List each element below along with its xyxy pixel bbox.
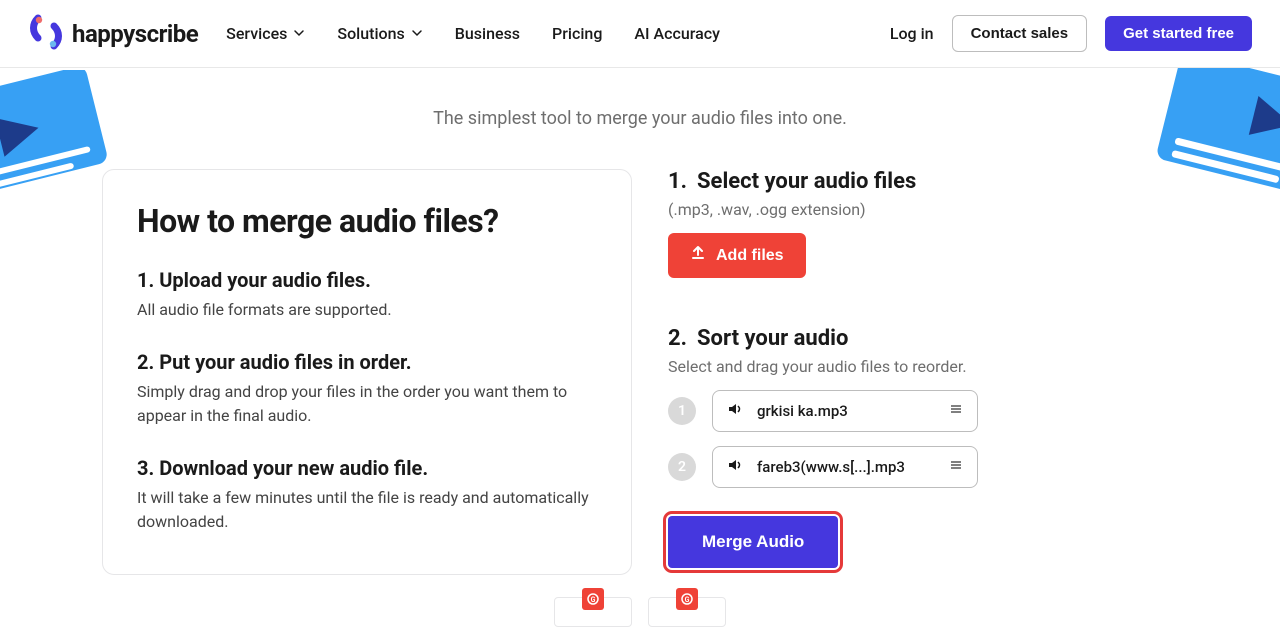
nav-services-label: Services [226,24,287,43]
file-item[interactable]: grkisi ka.mp3 [712,390,978,432]
nav-accuracy[interactable]: AI Accuracy [634,24,720,43]
nav-pricing-label: Pricing [552,24,602,43]
nav-business[interactable]: Business [455,24,520,43]
hero-subtitle: The simplest tool to merge your audio fi… [0,108,1280,129]
drag-handle-icon[interactable] [949,458,963,476]
nav-accuracy-label: AI Accuracy [634,24,720,43]
nav-pricing[interactable]: Pricing [552,24,602,43]
upload-icon [690,245,706,266]
contact-sales-button[interactable]: Contact sales [952,15,1088,52]
svg-text:G: G [591,596,596,604]
howto-step2-heading: 2. Put your audio files in order. [137,350,597,374]
step2-title: Sort your audio [697,326,848,351]
howto-step1-text: All audio file formats are supported. [137,298,597,322]
howto-card: How to merge audio files? 1. Upload your… [102,169,632,575]
file-item[interactable]: fareb3(www.s[...].mp3 [712,446,978,488]
file-name: grkisi ka.mp3 [757,402,935,420]
chevron-down-icon [411,24,423,43]
howto-step3-heading: 3. Download your new audio file. [137,456,597,480]
nav-business-label: Business [455,24,520,43]
main-content: How to merge audio files? 1. Upload your… [102,169,1178,575]
nav-right: Log in Contact sales Get started free [890,15,1252,52]
brand-text: happyscribe [72,20,198,48]
howto-step2-text: Simply drag and drop your files in the o… [137,380,597,428]
howto-step3-text: It will take a few minutes until the fil… [137,486,597,534]
step2-header: 2. Sort your audio [668,326,978,351]
howto-step1-heading: 1. Upload your audio files. [137,268,597,292]
action-panel: 1. Select your audio files (.mp3, .wav, … [668,169,978,575]
step1-desc: (.mp3, .wav, .ogg extension) [668,200,978,219]
login-link[interactable]: Log in [890,24,934,43]
g2-badge: G [648,597,726,627]
sound-icon [727,401,743,421]
g2-badges-row: G G [0,597,1280,627]
g2-badge: G [554,597,632,627]
file-row: 1 grkisi ka.mp3 [668,390,978,432]
logo[interactable]: happyscribe [28,14,198,54]
file-index-badge: 1 [668,397,696,425]
add-files-button[interactable]: Add files [668,233,806,278]
step2-desc: Select and drag your audio files to reor… [668,357,978,376]
nav-solutions-label: Solutions [337,24,404,43]
step2-number: 2. [668,326,687,351]
svg-text:G: G [685,596,690,604]
chevron-down-icon [293,24,305,43]
nav-services[interactable]: Services [226,24,305,43]
howto-heading: How to merge audio files? [137,202,597,240]
header: happyscribe Services Solutions Business … [0,0,1280,68]
sound-icon [727,457,743,477]
drag-handle-icon[interactable] [949,402,963,420]
step1-title: Select your audio files [697,169,916,194]
nav-solutions[interactable]: Solutions [337,24,422,43]
main-nav: Services Solutions Business Pricing AI A… [226,24,720,43]
get-started-button[interactable]: Get started free [1105,16,1252,51]
file-name: fareb3(www.s[...].mp3 [757,458,935,476]
merge-audio-button[interactable]: Merge Audio [668,516,838,568]
step1-number: 1. [668,169,687,194]
add-files-label: Add files [716,247,784,265]
step1-header: 1. Select your audio files [668,169,978,194]
logo-icon [28,14,64,54]
file-index-badge: 2 [668,453,696,481]
file-row: 2 fareb3(www.s[...].mp3 [668,446,978,488]
